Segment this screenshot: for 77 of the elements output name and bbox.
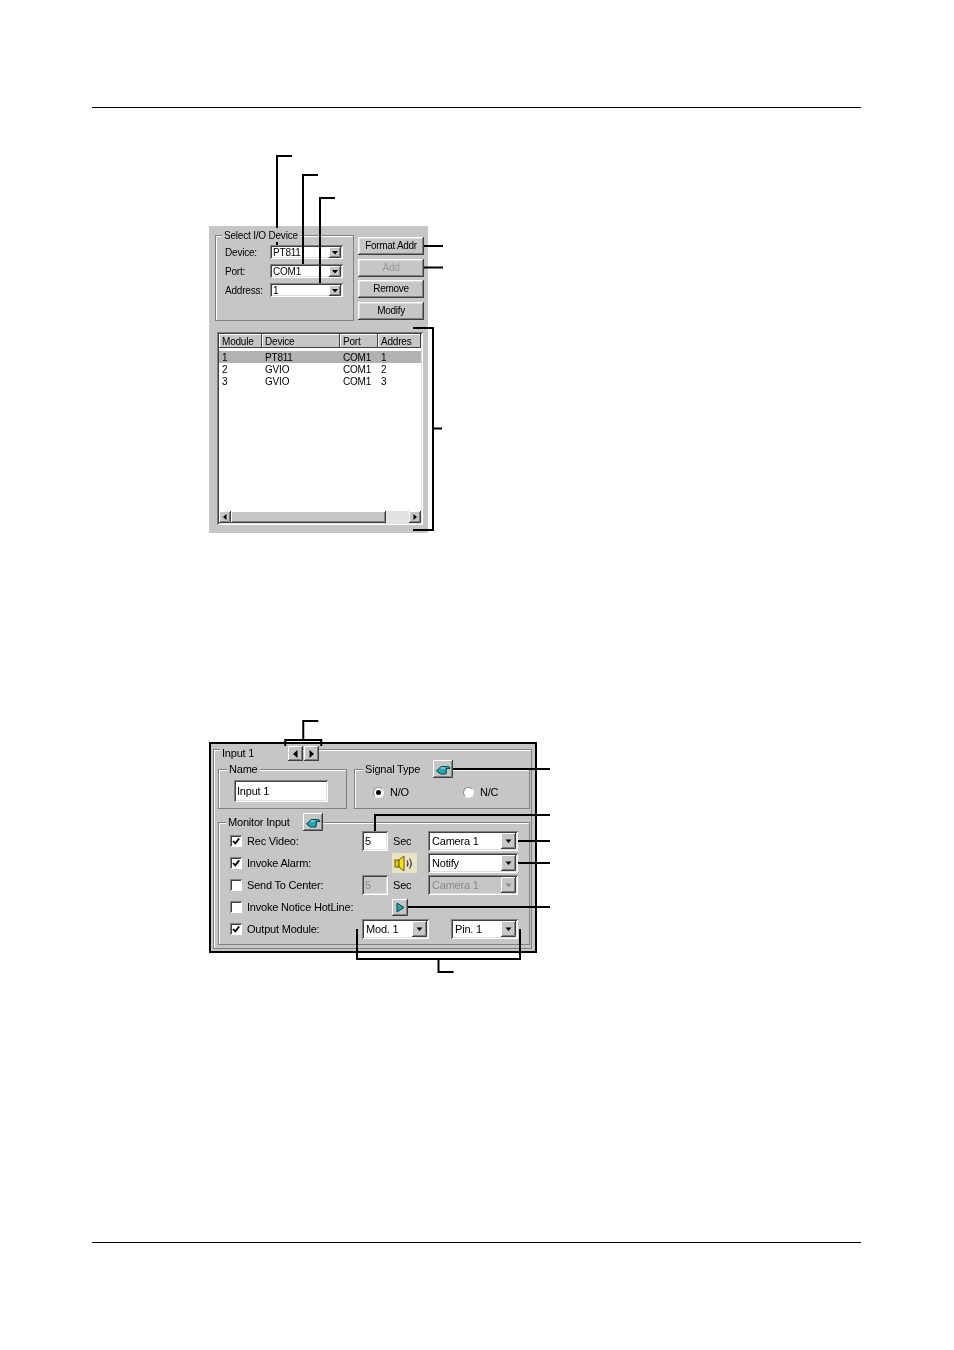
checkbox[interactable] xyxy=(230,901,242,913)
play-icon[interactable] xyxy=(392,898,408,916)
group-title: Select I/O Device xyxy=(222,229,300,241)
radio-button[interactable] xyxy=(463,786,474,798)
radio-button[interactable] xyxy=(373,786,384,798)
field-label: Address: xyxy=(225,284,264,296)
right-arrow-icon xyxy=(309,749,315,758)
check-icon xyxy=(232,859,240,867)
table-cell-text: 2 xyxy=(380,363,388,375)
action-button[interactable]: Modify xyxy=(358,301,424,320)
dropdown-arrow-icon[interactable] xyxy=(329,246,341,258)
dropdown-arrow-icon[interactable] xyxy=(501,855,516,871)
dropdown[interactable]: 1 xyxy=(270,283,343,297)
table-cell-text: 2 xyxy=(221,363,229,375)
table-cell-text: 1 xyxy=(380,351,388,363)
name-field[interactable]: Input 1 xyxy=(234,780,328,802)
left-arrow-icon[interactable] xyxy=(219,511,231,523)
dropdown-arrow-icon[interactable] xyxy=(501,833,516,849)
hand-icon[interactable] xyxy=(302,813,323,831)
checkbox[interactable] xyxy=(230,857,242,869)
previous-button[interactable] xyxy=(288,746,304,761)
column-header[interactable]: Port xyxy=(340,334,378,348)
dropdown-arrow-icon[interactable] xyxy=(501,921,516,937)
left-arrow-icon xyxy=(293,749,299,758)
dropdown[interactable]: Mod. 1 xyxy=(362,919,429,939)
speaker-icon[interactable] xyxy=(392,853,417,873)
action-button[interactable]: Format Addr xyxy=(358,237,424,255)
list-row[interactable]: 3 GVIO COM1 3 xyxy=(219,375,421,387)
table-cell-text: COM1 xyxy=(342,363,373,375)
column-header[interactable]: Device xyxy=(262,334,340,348)
dropdown-arrow-icon[interactable] xyxy=(329,284,341,296)
hand-icon[interactable] xyxy=(433,760,454,778)
option-label: Invoke Alarm: xyxy=(247,856,312,870)
check-icon xyxy=(232,925,240,933)
next-button[interactable] xyxy=(304,746,320,761)
group-title: Name xyxy=(227,762,260,776)
table-cell-text: COM1 xyxy=(342,351,373,363)
unit-label: Sec xyxy=(393,878,412,892)
table-cell-text: 3 xyxy=(380,375,388,387)
group-title: Monitor Input xyxy=(226,815,303,829)
right-arrow-icon[interactable] xyxy=(409,511,421,523)
leader-line xyxy=(423,245,444,247)
option-label: N/O xyxy=(390,786,409,799)
checkbox[interactable] xyxy=(230,835,242,847)
action-button[interactable]: Remove xyxy=(358,280,424,298)
list-row[interactable]: 2 GVIO COM1 2 xyxy=(219,363,421,375)
dropdown[interactable]: COM1 xyxy=(270,264,343,278)
table-cell-text: GVIO xyxy=(264,375,291,387)
option-label: Output Module: xyxy=(247,922,320,936)
unit-label: Sec xyxy=(393,834,412,848)
field-label: Device: xyxy=(225,246,258,258)
dropdown-arrow-icon[interactable] xyxy=(329,265,341,277)
dropdown-arrow-icon[interactable] xyxy=(412,921,427,937)
table-cell-text: 1 xyxy=(221,351,229,363)
option-label: Invoke Notice HotLine: xyxy=(247,900,354,914)
option-label: Send To Center: xyxy=(247,878,324,892)
column-header[interactable]: Module xyxy=(219,334,262,348)
table-cell-text: PT811 xyxy=(264,351,294,363)
table-cell-text: 3 xyxy=(221,375,229,387)
option-label: Rec Video: xyxy=(247,834,299,848)
table-cell-text: GVIO xyxy=(264,363,291,375)
radio-dot-icon xyxy=(376,789,381,795)
dropdown[interactable]: Camera 1 xyxy=(428,831,518,851)
column-header[interactable]: Addres xyxy=(378,334,421,348)
check-icon xyxy=(232,837,240,845)
list-row[interactable]: 1 PT811 COM1 1 xyxy=(219,351,421,363)
table-cell-text: COM1 xyxy=(342,375,373,387)
dropdown[interactable]: PT811 xyxy=(270,245,343,259)
dropdown[interactable]: Pin. 1 xyxy=(451,919,518,939)
dropdown[interactable]: Notify xyxy=(428,853,518,873)
field-label: Port: xyxy=(225,265,247,277)
option-label: N/C xyxy=(480,786,499,799)
group-title: Signal Type xyxy=(363,762,434,776)
group-title: Input 1 xyxy=(220,747,289,760)
seconds-field[interactable]: 5 xyxy=(362,831,388,851)
checkbox[interactable] xyxy=(230,923,242,935)
leader-line xyxy=(423,266,444,269)
